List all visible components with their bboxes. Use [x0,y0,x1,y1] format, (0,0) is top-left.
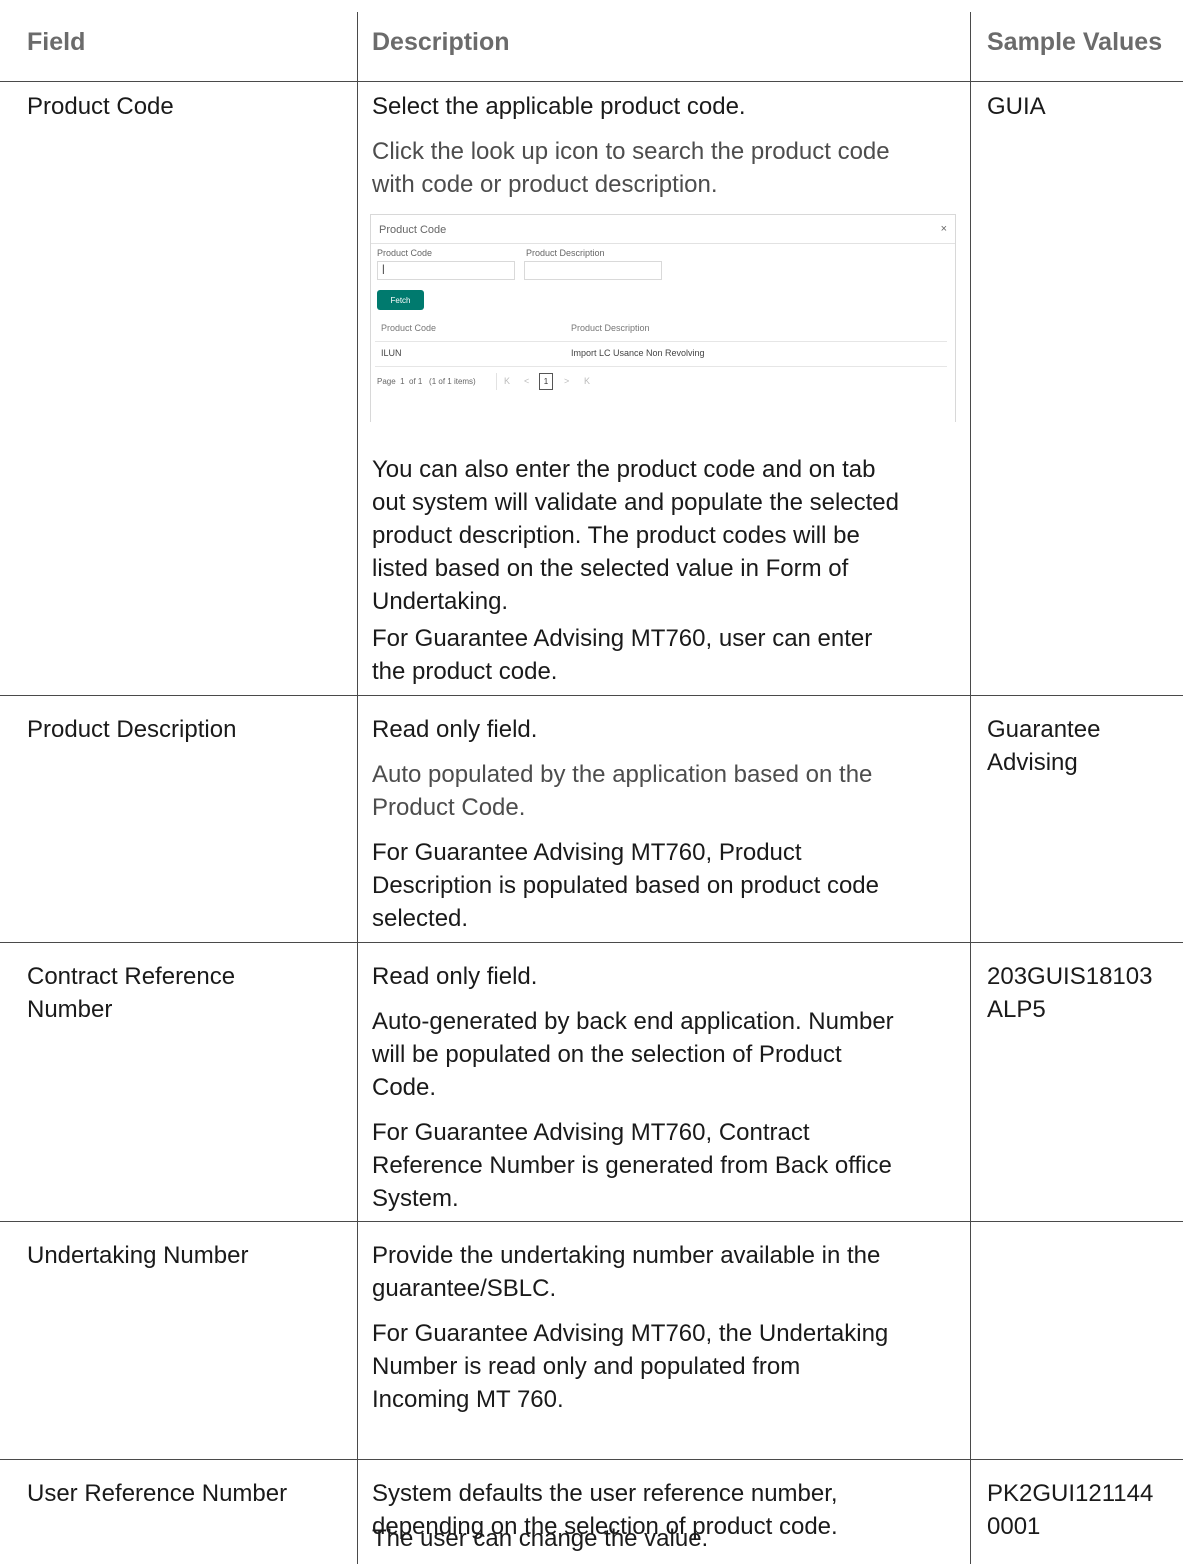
description-text: Read only field. [372,963,538,990]
description-text: Auto-generated by back end application. … [372,1008,894,1101]
dialog-title: Product Code [379,224,447,236]
header-field: Field [27,28,86,56]
divider [375,366,947,367]
column-divider [970,12,971,1564]
sample-value: 203GUIS18103 ALP5 [987,963,1153,1023]
field-name: Product Description [27,716,237,743]
row-divider [0,695,1183,696]
first-page-icon[interactable]: K [504,376,510,386]
divider [371,243,955,244]
row-divider [0,942,1183,943]
divider [955,243,956,422]
column-header-product-description: Product Description [571,323,650,333]
product-description-label: Product Description [526,248,605,258]
sample-value: Guarantee Advising [987,716,1101,776]
row-divider [0,1459,1183,1460]
product-description-input[interactable] [524,261,662,280]
header-sample-values: Sample Values [987,28,1163,56]
pagination-info: Page 1 of 1 (1 of 1 items) [377,377,476,386]
description-text: For Guarantee Advising MT760, user can e… [372,625,873,685]
description-text: Select the applicable product code. [372,93,746,120]
description-text: For Guarantee Advising MT760, Contract R… [372,1119,892,1212]
description-text: The user can change the value. [372,1525,709,1552]
sample-value: GUIA [987,93,1046,120]
field-name: User Reference Number [27,1480,288,1507]
column-header-product-code: Product Code [381,323,437,333]
prev-page-icon[interactable]: < [524,376,529,386]
description-text: Provide the undertaking number available… [372,1242,881,1302]
field-name: Undertaking Number [27,1242,249,1269]
sample-value: PK2GUI121144 0001 [987,1480,1154,1540]
result-product-code[interactable]: ILUN [381,348,402,358]
header-description: Description [372,28,510,56]
description-text: You can also enter the product code and … [372,456,899,615]
field-name: Contract Reference Number [27,963,236,1023]
field-name: Product Code [27,93,174,120]
page-number-button[interactable]: 1 [539,373,553,390]
fetch-button[interactable]: Fetch [377,290,424,310]
description-text: For Guarantee Advising MT760, Product De… [372,839,879,932]
description-text: Read only field. [372,716,538,743]
row-divider [0,1221,1183,1222]
close-icon[interactable]: × [941,223,947,235]
divider [496,373,497,390]
column-divider [357,12,358,1564]
last-page-icon[interactable]: K [584,376,590,386]
next-page-icon[interactable]: > [564,376,569,386]
product-code-lookup-dialog: Product Code × Product Code Product Desc… [370,214,956,422]
product-code-input[interactable]: | [377,261,515,280]
divider [375,341,947,342]
description-text: For Guarantee Advising MT760, the Undert… [372,1320,889,1413]
product-code-label: Product Code [377,248,433,258]
description-text: Auto populated by the application based … [372,761,873,821]
row-divider [0,81,1183,82]
result-product-description[interactable]: Import LC Usance Non Revolving [571,348,705,358]
description-text: Click the look up icon to search the pro… [372,138,890,198]
